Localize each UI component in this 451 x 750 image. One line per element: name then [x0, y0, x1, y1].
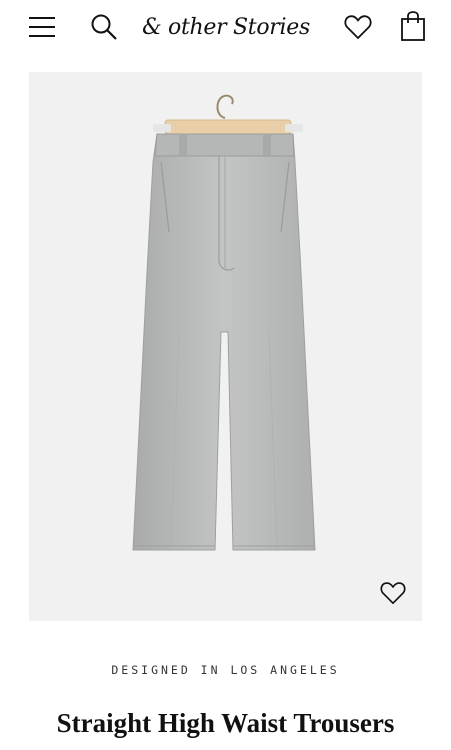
shopping-bag-button[interactable]: [396, 8, 430, 44]
search-icon: [91, 14, 117, 40]
brand-logo-text: & other Stories: [142, 14, 310, 40]
product-image[interactable]: [29, 72, 422, 621]
trousers: [132, 133, 316, 551]
heart-icon: [380, 582, 406, 604]
hanger-hook: [216, 94, 234, 119]
product-tagline: DESIGNED IN LOS ANGELES: [111, 663, 340, 677]
product-title: Straight High Waist Trousers: [56, 708, 395, 738]
heart-icon: [344, 15, 372, 39]
hanger-bar: [164, 119, 292, 135]
shopping-bag-icon: [401, 11, 425, 41]
wishlist-button[interactable]: [340, 10, 376, 44]
product-wishlist-button[interactable]: [375, 576, 411, 610]
search-button[interactable]: [86, 10, 122, 44]
menu-button[interactable]: [24, 10, 60, 44]
brand-logo[interactable]: & other Stories: [142, 8, 310, 46]
site-header: & other Stories: [0, 0, 451, 56]
hamburger-menu-icon: [29, 17, 55, 37]
product-photo: [132, 94, 316, 551]
